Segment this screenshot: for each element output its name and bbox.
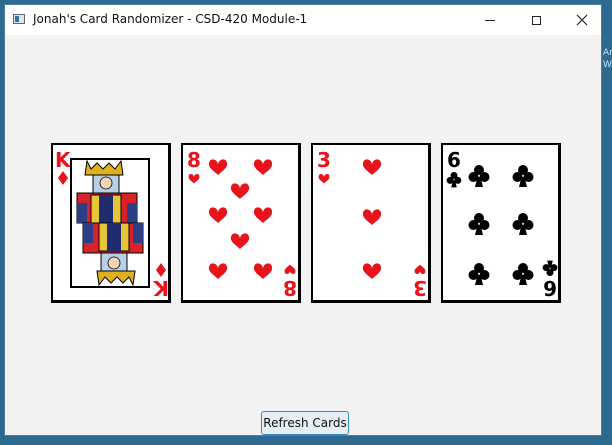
title-bar[interactable]: Jonah's Card Randomizer - CSD-420 Module…: [5, 5, 601, 35]
club-icon: [446, 172, 462, 188]
card-rank-bottom: 8: [283, 276, 297, 300]
heart-icon: [284, 264, 296, 274]
card-eight-of-hearts: 8 8: [181, 143, 301, 303]
heart-icon: [188, 174, 200, 184]
heart-icon: [253, 159, 273, 175]
heart-icon: [362, 159, 382, 175]
minimize-button[interactable]: [467, 5, 513, 35]
card-rank-bottom: 6: [543, 276, 557, 300]
pips: [362, 159, 382, 279]
card-rank: 3: [317, 148, 331, 172]
card-face: 3 3: [317, 148, 427, 300]
card-rank: K: [55, 148, 72, 172]
maximize-icon: [531, 15, 541, 25]
card-three-of-hearts: 3 3: [311, 143, 431, 303]
club-icon: [542, 260, 558, 276]
card-rank-bottom: K: [152, 276, 169, 300]
close-icon: [576, 14, 588, 26]
maximize-button[interactable]: [513, 5, 559, 35]
diamond-icon: [58, 171, 68, 185]
heart-icon: [208, 207, 228, 223]
card-face: K K: [55, 148, 169, 300]
club-icon: [468, 263, 490, 285]
background-window-text: W: [603, 60, 612, 70]
card-face: 6 6: [446, 148, 558, 300]
pips: [468, 165, 534, 285]
heart-icon: [414, 264, 426, 274]
heart-icon: [208, 263, 228, 279]
window-title: Jonah's Card Randomizer - CSD-420 Module…: [33, 12, 308, 26]
club-icon: [468, 165, 490, 187]
pips: [208, 159, 273, 279]
card-six-of-clubs: 6 6: [441, 143, 561, 303]
background-window-text: Ar: [603, 48, 612, 58]
diamond-icon: [156, 263, 166, 277]
card-rank: 8: [187, 148, 201, 172]
heart-icon: [253, 207, 273, 223]
minimize-icon: [485, 19, 495, 21]
heart-icon: [362, 263, 382, 279]
club-icon: [512, 165, 534, 187]
heart-icon: [318, 174, 330, 184]
club-icon: [512, 263, 534, 285]
app-window: Jonah's Card Randomizer - CSD-420 Module…: [4, 4, 602, 436]
heart-icon: [208, 159, 228, 175]
card-face: 8 8: [187, 148, 297, 300]
close-button[interactable]: [559, 5, 601, 35]
card-rank-bottom: 3: [413, 276, 427, 300]
club-icon: [468, 213, 490, 235]
app-icon: [13, 14, 25, 24]
refresh-cards-button[interactable]: Refresh Cards: [261, 411, 349, 435]
card-rank: 6: [447, 148, 461, 172]
card-king-of-diamonds: K K: [51, 143, 171, 303]
heart-icon: [253, 263, 273, 279]
club-icon: [512, 213, 534, 235]
heart-icon: [362, 209, 382, 225]
heart-icon: [230, 233, 250, 249]
heart-icon: [230, 183, 250, 199]
